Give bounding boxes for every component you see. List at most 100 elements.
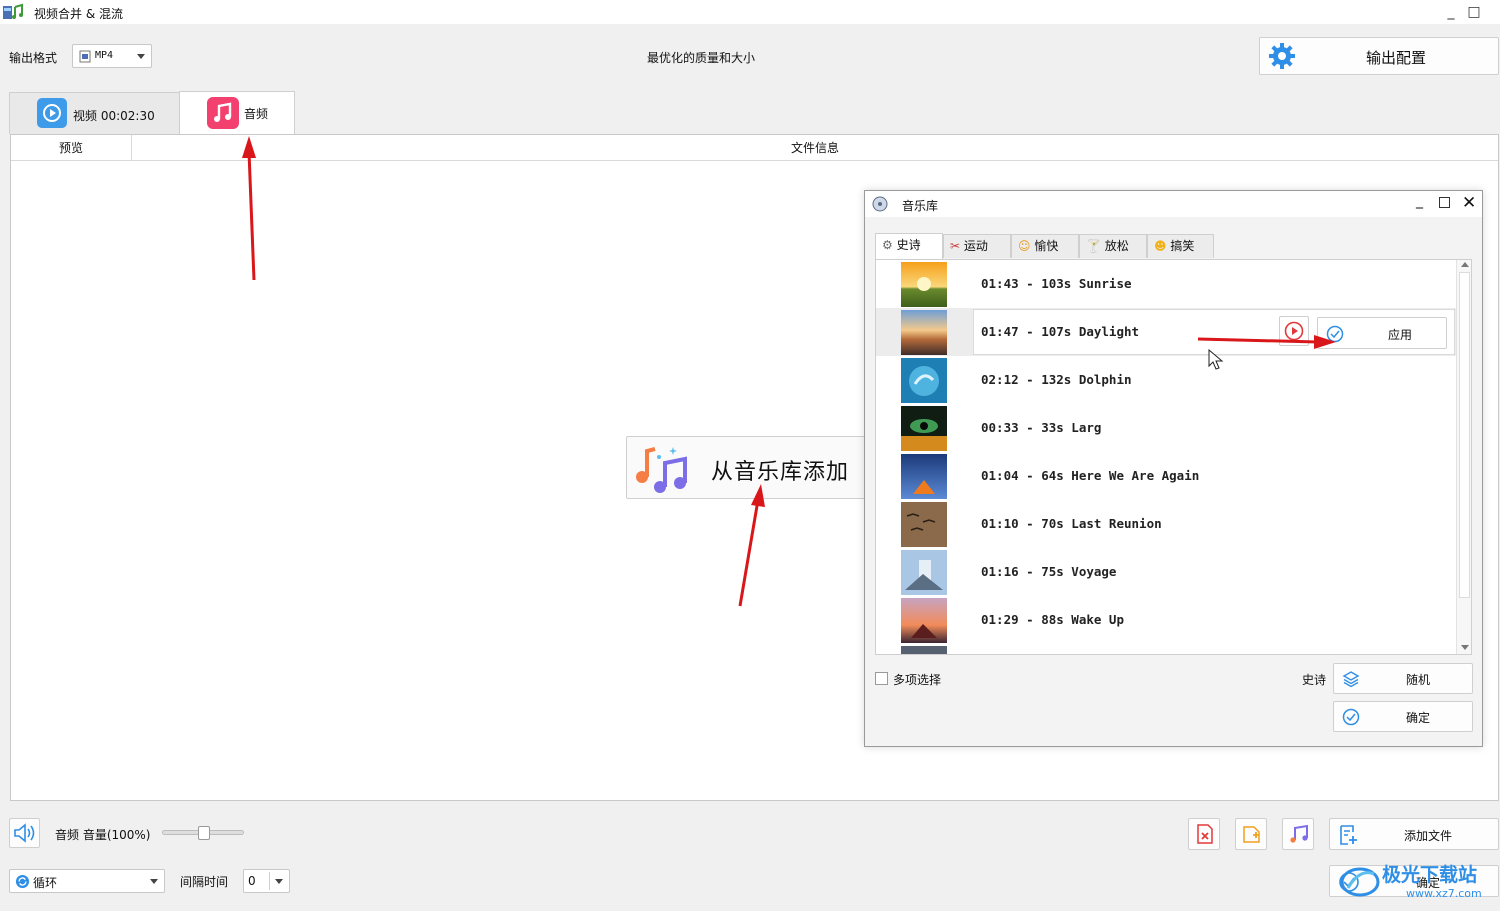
remove-file-icon xyxy=(1197,824,1213,844)
add-file-label: 添加文件 xyxy=(1404,829,1453,843)
add-from-library-label: 从音乐库添加 xyxy=(711,460,850,485)
happy-icon: ☺ xyxy=(1018,239,1031,253)
music-library-icon xyxy=(636,447,687,493)
random-button[interactable]: 随机 xyxy=(1333,663,1473,694)
add-folder-icon xyxy=(1243,826,1260,843)
random-label: 随机 xyxy=(1406,673,1431,687)
track-thumbnail xyxy=(901,502,947,547)
output-format-select[interactable]: MP4 xyxy=(72,44,152,68)
app-logo-icon xyxy=(3,3,23,19)
tab-funny-label: 搞笑 xyxy=(1170,239,1195,253)
watermark-logo-icon xyxy=(1340,867,1380,897)
relax-icon: 🍸 xyxy=(1086,239,1101,253)
track-thumbnail xyxy=(901,358,947,403)
track-row[interactable]: 01:29 - 88s Wake Up xyxy=(876,596,1456,644)
tab-happy-label: 愉快 xyxy=(1034,239,1059,253)
tab-funny[interactable]: ☻ 搞笑 xyxy=(1147,234,1214,258)
output-config-label: 输出配置 xyxy=(1366,49,1427,67)
confirm-label: 确定 xyxy=(1406,711,1431,725)
scroll-up-icon[interactable] xyxy=(1461,262,1469,267)
tab-audio-label: 音频 xyxy=(244,107,269,121)
minimize-button[interactable]: _ xyxy=(1440,2,1462,22)
tab-epic[interactable]: ⚙ 史诗 xyxy=(875,233,943,259)
funny-icon: ☻ xyxy=(1154,239,1167,253)
track-list[interactable]: 01:43 - 103s Sunrise 01:47 - 107s Daylig… xyxy=(875,259,1472,655)
track-thumbnail xyxy=(901,550,947,595)
watermark: 极光下载站 www.xz7.com xyxy=(1340,858,1500,904)
track-thumbnail-partial xyxy=(901,646,947,654)
dialog-maximize-button[interactable] xyxy=(1439,197,1450,208)
music-library-app-icon xyxy=(872,196,888,212)
column-header-preview[interactable]: 预览 xyxy=(11,135,132,161)
scroll-down-icon[interactable] xyxy=(1461,645,1469,650)
add-file-button[interactable]: 添加文件 xyxy=(1329,818,1499,850)
tab-audio[interactable]: 音频 xyxy=(179,91,295,134)
track-thumbnail xyxy=(901,598,947,643)
dialog-title-bar: 音乐库 _ ✕ xyxy=(865,191,1482,217)
check-circle-icon xyxy=(1326,325,1344,343)
track-row[interactable]: 01:10 - 70s Last Reunion xyxy=(876,500,1456,548)
column-header-fileinfo[interactable]: 文件信息 xyxy=(132,135,1498,161)
track-row-selected[interactable]: 01:47 - 107s Daylight 应用 xyxy=(876,308,1456,356)
confirm-button[interactable]: 确定 xyxy=(1333,701,1473,732)
track-title: 01:04 - 64s Here We Are Again xyxy=(981,468,1200,483)
output-config-button[interactable]: 输出配置 xyxy=(1259,37,1499,75)
volume-slider-thumb[interactable] xyxy=(198,826,210,840)
tab-relax[interactable]: 🍸 放松 xyxy=(1079,234,1147,258)
epic-icon: ⚙ xyxy=(882,238,893,252)
music-note-icon xyxy=(1290,824,1308,843)
add-music-button[interactable] xyxy=(1282,818,1314,850)
tab-happy[interactable]: ☺ 愉快 xyxy=(1011,234,1079,258)
check-circle-icon xyxy=(1342,708,1360,726)
multi-select-checkbox[interactable] xyxy=(875,672,888,685)
multi-select-label: 多项选择 xyxy=(893,673,942,687)
loop-select[interactable]: 循环 xyxy=(9,869,165,893)
add-from-library-button[interactable]: 从音乐库添加 xyxy=(626,436,866,499)
layers-icon xyxy=(1342,671,1360,688)
mouse-cursor-icon xyxy=(1208,349,1224,370)
loop-value: 循环 xyxy=(33,876,58,890)
apply-label: 应用 xyxy=(1388,328,1413,342)
track-row[interactable]: 00:33 - 33s Larg xyxy=(876,404,1456,452)
tab-sport[interactable]: ✂ 运动 xyxy=(943,234,1011,258)
track-title: 00:33 - 33s Larg xyxy=(981,420,1102,435)
track-thumbnail xyxy=(901,406,947,451)
tab-video[interactable]: 视频 00:02:30 xyxy=(9,92,180,134)
track-row[interactable]: 01:16 - 75s Voyage xyxy=(876,548,1456,596)
track-title: 02:12 - 132s Dolphin xyxy=(981,372,1132,387)
output-format-label: 输出格式 xyxy=(9,51,58,65)
interval-label: 间隔时间 xyxy=(180,875,229,889)
add-folder-button[interactable] xyxy=(1235,818,1267,850)
volume-slider[interactable] xyxy=(162,826,244,840)
track-row[interactable]: 02:12 - 132s Dolphin xyxy=(876,356,1456,404)
interval-select[interactable]: 0 xyxy=(243,869,290,893)
track-row[interactable]: 01:43 - 103s Sunrise xyxy=(876,260,1456,308)
chevron-down-icon xyxy=(275,879,283,884)
tab-sport-label: 运动 xyxy=(963,239,988,253)
music-note-icon xyxy=(207,97,239,129)
window-title: 视频合并 & 混流 xyxy=(34,7,123,21)
file-icon xyxy=(79,50,91,63)
scrollbar-thumb[interactable] xyxy=(1459,272,1470,598)
play-circle-icon xyxy=(1284,321,1304,341)
speaker-button[interactable] xyxy=(9,818,40,848)
quality-text: 最优化的质量和大小 xyxy=(647,51,756,65)
remove-file-button[interactable] xyxy=(1188,818,1220,850)
preview-play-button[interactable] xyxy=(1279,316,1309,346)
track-list-scrollbar[interactable] xyxy=(1456,260,1471,654)
category-label: 史诗 xyxy=(1302,673,1327,687)
gear-icon xyxy=(1269,43,1295,69)
track-title: 01:43 - 103s Sunrise xyxy=(981,276,1132,291)
watermark-text: 极光下载站 xyxy=(1382,864,1478,886)
dialog-close-button[interactable]: ✕ xyxy=(1462,193,1476,213)
chevron-down-icon xyxy=(137,54,145,59)
loop-icon xyxy=(15,874,30,889)
speaker-icon xyxy=(14,823,35,843)
tab-video-label: 视频 00:02:30 xyxy=(73,109,155,123)
track-title: 01:47 - 107s Daylight xyxy=(981,324,1140,339)
play-icon xyxy=(37,98,67,128)
dialog-minimize-button[interactable]: _ xyxy=(1416,193,1423,209)
track-row[interactable]: 01:04 - 64s Here We Are Again xyxy=(876,452,1456,500)
apply-button[interactable]: 应用 xyxy=(1317,317,1447,349)
maximize-button[interactable]: □ xyxy=(1463,2,1485,22)
